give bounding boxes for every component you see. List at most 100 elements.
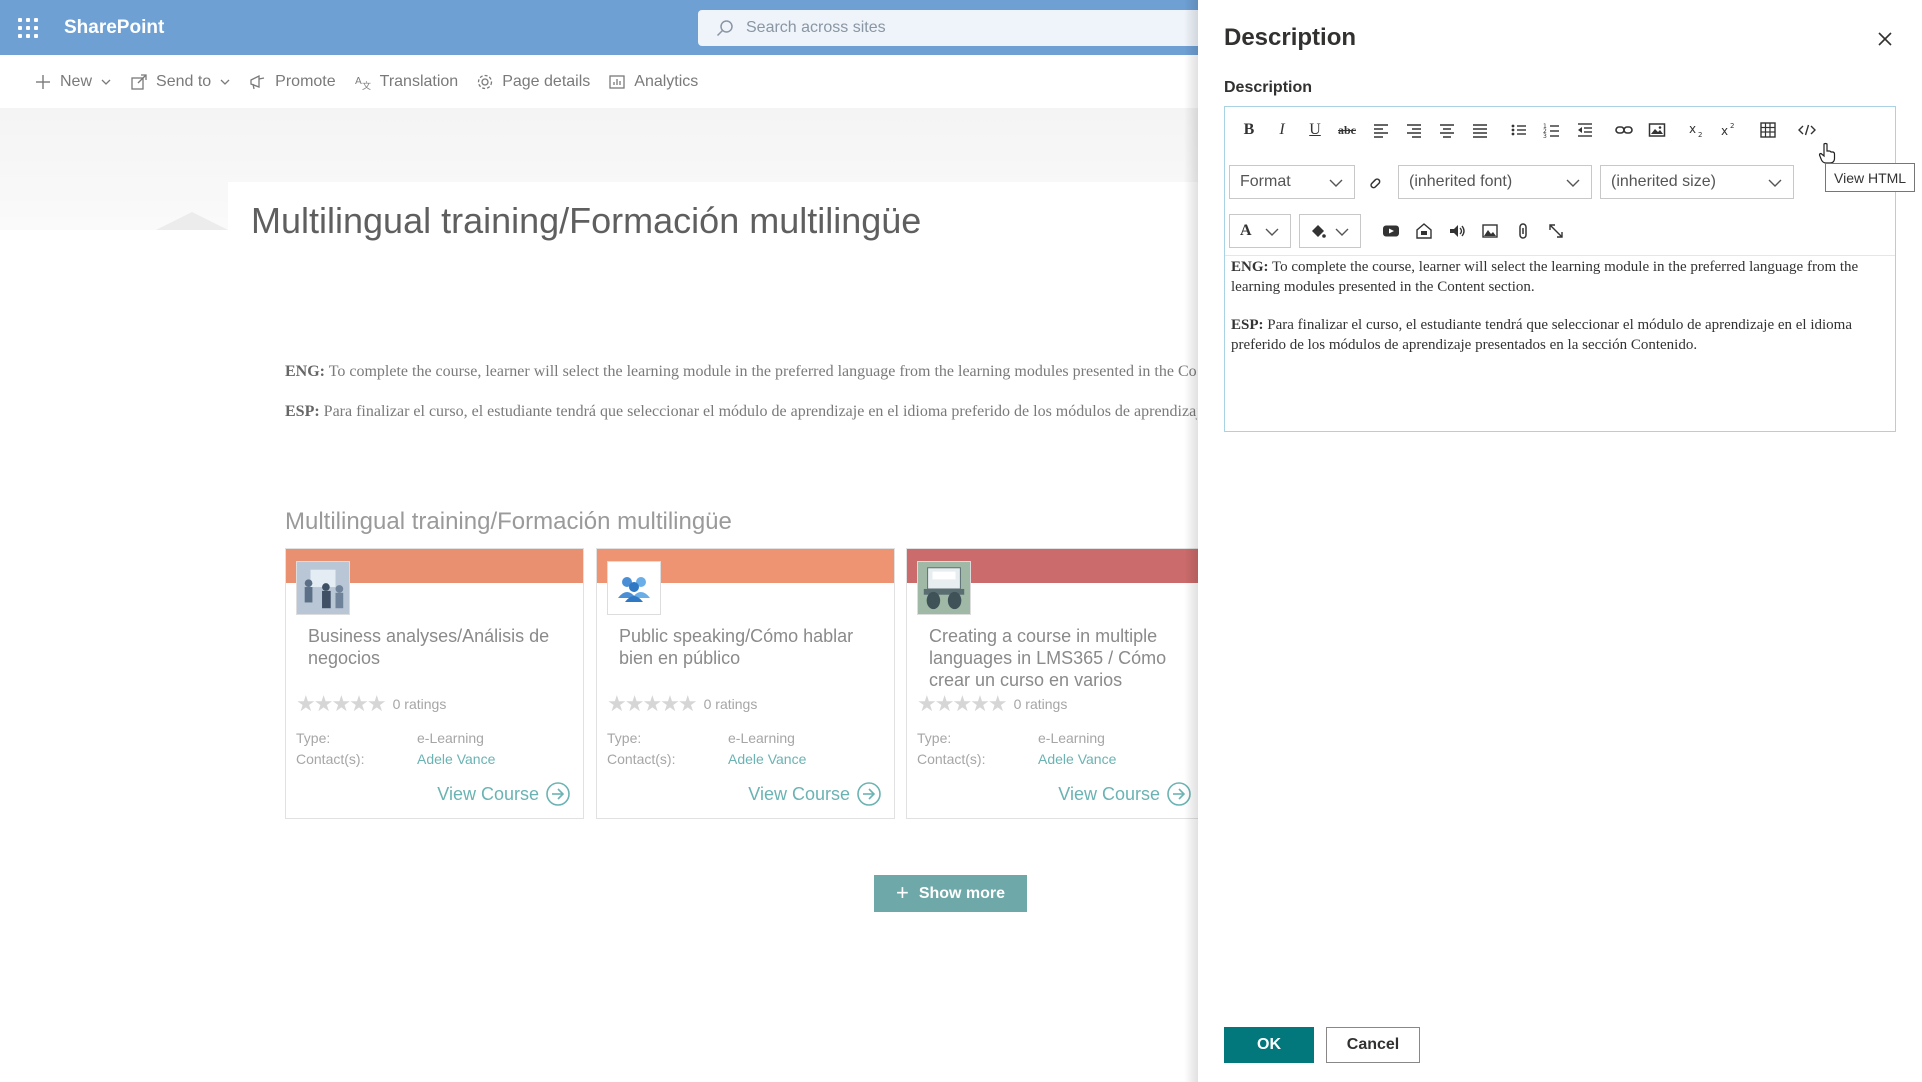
people-presentation-icon xyxy=(297,562,349,614)
view-html-icon[interactable] xyxy=(1793,116,1821,144)
card-contact: Contact(s): Adele Vance xyxy=(607,751,806,767)
rating-stars-icon[interactable]: ★★★★★ xyxy=(607,691,698,717)
chevron-down-icon xyxy=(1265,228,1279,236)
chevron-down-icon xyxy=(1335,228,1349,236)
card-thumbnail xyxy=(917,561,971,615)
maximize-icon[interactable] xyxy=(1542,217,1570,245)
contact-link[interactable]: Adele Vance xyxy=(417,751,495,767)
paint-bucket-icon xyxy=(1312,225,1326,238)
show-more-label: Show more xyxy=(918,884,1006,902)
close-icon[interactable] xyxy=(1874,28,1896,50)
card-contact: Contact(s): Adele Vance xyxy=(296,751,495,767)
strikethrough-icon[interactable]: abc xyxy=(1333,116,1361,144)
translation-label: Translation xyxy=(379,73,459,90)
embed-icon[interactable] xyxy=(1410,217,1438,245)
send-to-button[interactable]: Send to xyxy=(130,73,231,91)
search-input[interactable] xyxy=(746,19,1166,37)
table-icon[interactable] xyxy=(1754,116,1782,144)
card-thumbnail xyxy=(607,561,661,615)
superscript-icon[interactable]: x2 xyxy=(1715,116,1743,144)
analytics-label: Analytics xyxy=(634,73,699,90)
font-color-label: A xyxy=(1240,222,1252,239)
rich-text-editor[interactable]: B I U abc 123 x2 x2 Format (inherited fo… xyxy=(1224,106,1896,432)
align-center-icon[interactable] xyxy=(1433,116,1461,144)
background-color-button[interactable] xyxy=(1299,214,1361,248)
align-right-icon[interactable] xyxy=(1400,116,1428,144)
chevron-down-icon xyxy=(1768,179,1782,187)
card-title[interactable]: Creating a course in multiple languages … xyxy=(929,625,1189,691)
description-panel: Description Description B I U abc 123 x2… xyxy=(1198,0,1922,1082)
analytics-button[interactable]: Analytics xyxy=(608,73,698,91)
view-course-link[interactable]: View Course xyxy=(1058,781,1192,807)
subscript-icon[interactable]: x2 xyxy=(1683,116,1711,144)
chevron-down-icon xyxy=(1329,179,1343,187)
description-esp-text: Para finalizar el curso, el estudiante t… xyxy=(323,403,1197,420)
view-course-link[interactable]: View Course xyxy=(437,781,571,807)
link-icon[interactable] xyxy=(1610,116,1638,144)
clear-format-icon[interactable] xyxy=(1361,169,1389,197)
view-course-link[interactable]: View Course xyxy=(748,781,882,807)
contact-link[interactable]: Adele Vance xyxy=(1038,751,1116,767)
bold-icon[interactable]: B xyxy=(1235,116,1263,144)
format-dropdown[interactable]: Format xyxy=(1229,165,1355,199)
italic-icon[interactable]: I xyxy=(1268,116,1296,144)
justify-icon[interactable] xyxy=(1466,116,1494,144)
image-icon[interactable] xyxy=(1643,116,1671,144)
editor-paragraph-esp: ESP: Para finalizar el curso, el estudia… xyxy=(1231,315,1891,355)
picture-icon[interactable] xyxy=(1476,217,1504,245)
page-details-button[interactable]: Page details xyxy=(476,73,590,91)
align-left-icon[interactable] xyxy=(1367,116,1395,144)
laptop-hands-icon xyxy=(918,562,970,614)
font-family-dropdown[interactable]: (inherited font) xyxy=(1398,165,1592,199)
course-card[interactable]: Public speaking/Cómo hablar bien en públ… xyxy=(596,548,895,819)
panel-title: Description xyxy=(1224,24,1357,51)
hand-cursor-icon xyxy=(1818,142,1836,164)
audio-icon[interactable] xyxy=(1443,217,1471,245)
description-eng-label: ENG: xyxy=(285,363,325,380)
gear-icon xyxy=(478,74,493,90)
app-launcher-icon[interactable] xyxy=(18,18,38,38)
card-title[interactable]: Business analyses/Análisis de negocios xyxy=(308,625,568,669)
course-card[interactable]: Creating a course in multiple languages … xyxy=(906,548,1205,819)
font-family-dropdown-label: (inherited font) xyxy=(1409,173,1513,190)
contact-label: Contact(s): xyxy=(917,751,986,767)
card-title[interactable]: Public speaking/Cómo hablar bien en públ… xyxy=(619,625,879,669)
bullet-list-icon[interactable] xyxy=(1505,116,1533,144)
editor-content[interactable]: ENG: To complete the course, learner wil… xyxy=(1231,257,1891,373)
rating-stars-icon[interactable]: ★★★★★ xyxy=(917,691,1008,717)
svg-text:3: 3 xyxy=(1543,133,1547,139)
card-rating: ★★★★★ 0 ratings xyxy=(917,691,1067,717)
promote-button[interactable]: Promote xyxy=(249,73,336,91)
course-card[interactable]: Business analyses/Análisis de negocios ★… xyxy=(285,548,584,819)
plus-icon: + xyxy=(895,879,909,905)
font-size-dropdown[interactable]: (inherited size) xyxy=(1600,165,1794,199)
font-color-button[interactable]: A xyxy=(1229,214,1291,248)
section-title: Multilingual training/Formación multilin… xyxy=(285,508,732,535)
new-button[interactable]: New xyxy=(34,73,112,91)
card-rating: ★★★★★ 0 ratings xyxy=(607,691,757,717)
card-contact: Contact(s): Adele Vance xyxy=(917,751,1116,767)
svg-text:x: x xyxy=(1721,124,1728,138)
show-more-button[interactable]: + Show more xyxy=(874,875,1027,912)
editor-eng-label: ENG: xyxy=(1231,259,1269,275)
description-esp-label: ESP: xyxy=(285,403,320,420)
arrow-circle-right-icon xyxy=(546,782,570,806)
translation-button[interactable]: A文 Translation xyxy=(354,73,459,91)
numbered-list-icon[interactable]: 123 xyxy=(1538,116,1566,144)
attachment-icon[interactable] xyxy=(1509,217,1537,245)
underline-icon[interactable]: U xyxy=(1301,116,1329,144)
cancel-button[interactable]: Cancel xyxy=(1326,1027,1420,1063)
contact-link[interactable]: Adele Vance xyxy=(728,751,806,767)
chevron-down-icon xyxy=(101,79,111,85)
translate-icon: A文 xyxy=(355,76,371,91)
youtube-icon[interactable] xyxy=(1377,217,1405,245)
rating-stars-icon[interactable]: ★★★★★ xyxy=(296,691,387,717)
panel-shadow xyxy=(1184,0,1198,1082)
svg-text:2: 2 xyxy=(1698,131,1702,139)
search-box[interactable] xyxy=(698,10,1238,46)
share-icon xyxy=(131,74,147,90)
ok-button[interactable]: OK xyxy=(1224,1027,1314,1063)
outdent-icon[interactable] xyxy=(1571,116,1599,144)
brand-title[interactable]: SharePoint xyxy=(64,17,164,39)
description-esp: ESP: Para finalizar el curso, el estudia… xyxy=(285,403,1197,421)
